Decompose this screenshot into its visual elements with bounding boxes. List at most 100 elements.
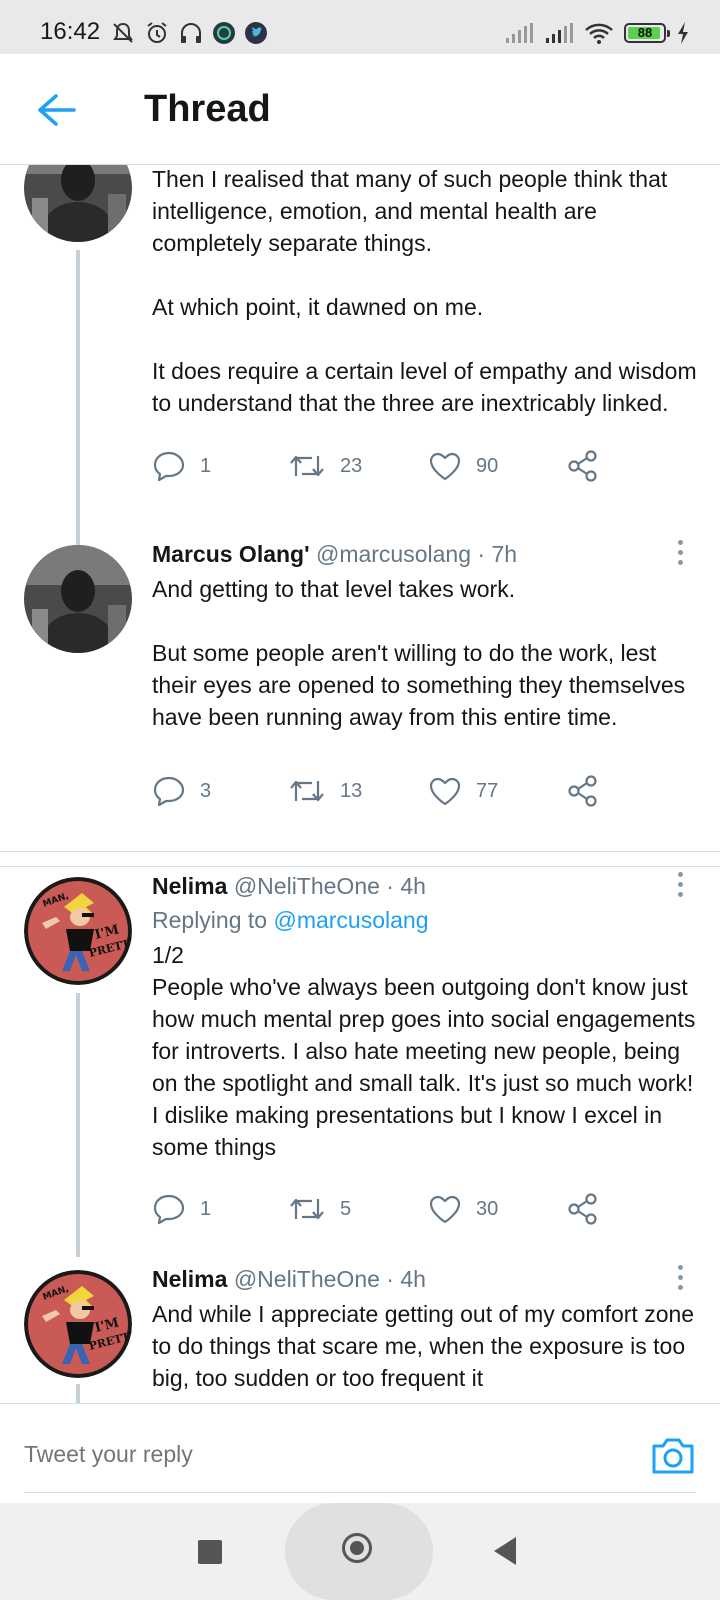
share-icon bbox=[568, 775, 597, 807]
tweet-text: And getting to that level takes work. Bu… bbox=[152, 576, 686, 730]
reply-button[interactable]: 1 bbox=[152, 1189, 211, 1229]
tweet-actions: 3 13 77 bbox=[152, 771, 622, 811]
avatar[interactable]: MAN, I'M PRETTY. bbox=[24, 877, 132, 985]
reply-button[interactable]: 3 bbox=[152, 771, 211, 811]
back-arrow-icon[interactable] bbox=[36, 92, 76, 128]
tweet-actions: 1 5 30 bbox=[152, 1189, 622, 1229]
twitter-notification-icon bbox=[245, 22, 267, 44]
author-handle[interactable]: @NeliTheOne bbox=[234, 873, 380, 899]
page-title: Thread bbox=[144, 88, 271, 130]
share-button[interactable] bbox=[566, 771, 600, 811]
recents-square-icon[interactable] bbox=[198, 1540, 222, 1564]
back-triangle-icon[interactable] bbox=[494, 1537, 516, 1565]
conversation-divider bbox=[0, 851, 720, 867]
thread-line bbox=[76, 993, 80, 1257]
status-time: 16:42 bbox=[40, 18, 101, 45]
author-name[interactable]: Nelima bbox=[152, 1266, 227, 1292]
tweet[interactable]: MAN, I'M PRETTY. Nelima @NeliTheOne · 4h… bbox=[0, 1260, 720, 1405]
wifi-icon bbox=[585, 23, 613, 44]
retweet-button[interactable]: 5 bbox=[288, 1189, 351, 1229]
replying-to-handle[interactable]: @marcusolang bbox=[273, 907, 428, 933]
retweet-count: 23 bbox=[340, 454, 363, 477]
thread-header: Thread bbox=[0, 54, 720, 165]
more-options-icon[interactable] bbox=[674, 540, 686, 568]
heart-icon bbox=[429, 777, 461, 806]
battery-level: 88 bbox=[637, 25, 653, 40]
status-system-icons: 88 bbox=[504, 20, 690, 46]
thread-feed[interactable]: Then I realised that many of such people… bbox=[0, 165, 720, 1405]
share-icon bbox=[568, 450, 597, 482]
heart-icon bbox=[429, 1195, 461, 1224]
signal-icon bbox=[546, 23, 573, 43]
home-circle-icon[interactable] bbox=[342, 1533, 372, 1563]
reply-count: 1 bbox=[200, 454, 212, 477]
more-options-icon[interactable] bbox=[674, 872, 686, 900]
author-name[interactable]: Nelima bbox=[152, 873, 227, 899]
share-button[interactable] bbox=[566, 1189, 600, 1229]
reply-button[interactable]: 1 bbox=[152, 446, 211, 486]
tweet-time: · 7h bbox=[477, 541, 518, 567]
tweet[interactable]: Then I realised that many of such people… bbox=[0, 165, 720, 565]
reply-count: 3 bbox=[200, 779, 212, 802]
avatar-cartoon-nelima: MAN, I'M PRETTY. bbox=[24, 1270, 132, 1378]
like-button[interactable]: 77 bbox=[428, 771, 498, 811]
heart-icon bbox=[429, 452, 461, 481]
status-bar: 16:42 88 bbox=[0, 0, 720, 54]
like-count: 90 bbox=[476, 454, 499, 477]
signal-icon bbox=[506, 23, 533, 43]
avatar[interactable] bbox=[24, 545, 132, 653]
app-notification-icon bbox=[213, 22, 235, 44]
replying-to: Replying to @marcusolang bbox=[152, 907, 429, 934]
reply-underline bbox=[24, 1492, 696, 1493]
tweet-text: And while I appreciate getting out of my… bbox=[152, 1301, 695, 1391]
tweet-text: 1/2 People who've always been outgoing d… bbox=[152, 942, 696, 1160]
avatar-photo-marcus bbox=[24, 165, 132, 242]
reply-bar bbox=[0, 1403, 720, 1504]
thread-line bbox=[76, 1384, 80, 1405]
more-options-icon[interactable] bbox=[674, 1265, 686, 1293]
mute-icon bbox=[113, 22, 133, 43]
share-button[interactable] bbox=[566, 446, 600, 486]
tweet-time: · 4h bbox=[386, 873, 426, 899]
reply-icon bbox=[153, 451, 185, 482]
author-handle[interactable]: @NeliTheOne bbox=[234, 1266, 380, 1292]
tweet-meta: Nelima @NeliTheOne · 4h bbox=[152, 1266, 426, 1293]
share-icon bbox=[568, 1193, 597, 1225]
avatar-cartoon-nelima: MAN, I'M PRETTY. bbox=[24, 877, 132, 985]
tweet-time: · 4h bbox=[386, 1266, 426, 1292]
reply-icon bbox=[153, 776, 185, 807]
alarm-icon bbox=[147, 22, 167, 43]
retweet-button[interactable]: 13 bbox=[288, 771, 362, 811]
charging-icon bbox=[678, 22, 688, 44]
retweet-icon bbox=[290, 780, 324, 802]
retweet-count: 13 bbox=[340, 779, 363, 802]
battery-icon: 88 bbox=[624, 23, 670, 43]
like-count: 77 bbox=[476, 779, 499, 802]
headphones-icon bbox=[181, 23, 201, 43]
status-notification-icons bbox=[110, 20, 268, 46]
tweet-reply-input[interactable] bbox=[24, 1432, 616, 1476]
reply-icon bbox=[153, 1194, 185, 1225]
thread-line bbox=[76, 250, 80, 565]
tweet-meta: Nelima @NeliTheOne · 4h bbox=[152, 873, 426, 900]
tweet[interactable]: MAN, I'M PRETTY. Nelima @NeliTheOne · 4h… bbox=[0, 867, 720, 1257]
like-button[interactable]: 90 bbox=[428, 446, 498, 486]
retweet-icon bbox=[290, 1198, 324, 1220]
like-button[interactable]: 30 bbox=[428, 1189, 498, 1229]
avatar[interactable]: MAN, I'M PRETTY. bbox=[24, 1270, 132, 1378]
tweet-meta: Marcus Olang' @marcusolang · 7h bbox=[152, 541, 517, 568]
author-handle[interactable]: @marcusolang bbox=[316, 541, 471, 567]
author-name[interactable]: Marcus Olang' bbox=[152, 541, 310, 567]
replying-to-label: Replying to bbox=[152, 907, 268, 933]
retweet-button[interactable]: 23 bbox=[288, 446, 362, 486]
tweet-text: Then I realised that many of such people… bbox=[152, 166, 697, 416]
avatar-photo-marcus bbox=[24, 545, 132, 653]
camera-icon[interactable] bbox=[650, 1434, 696, 1476]
tweet[interactable]: Marcus Olang' @marcusolang · 7h And gett… bbox=[0, 535, 720, 835]
retweet-count: 5 bbox=[340, 1197, 352, 1220]
retweet-icon bbox=[290, 455, 324, 477]
like-count: 30 bbox=[476, 1197, 499, 1220]
avatar[interactable] bbox=[24, 165, 132, 242]
system-nav-bar bbox=[0, 1503, 720, 1600]
reply-count: 1 bbox=[200, 1197, 212, 1220]
